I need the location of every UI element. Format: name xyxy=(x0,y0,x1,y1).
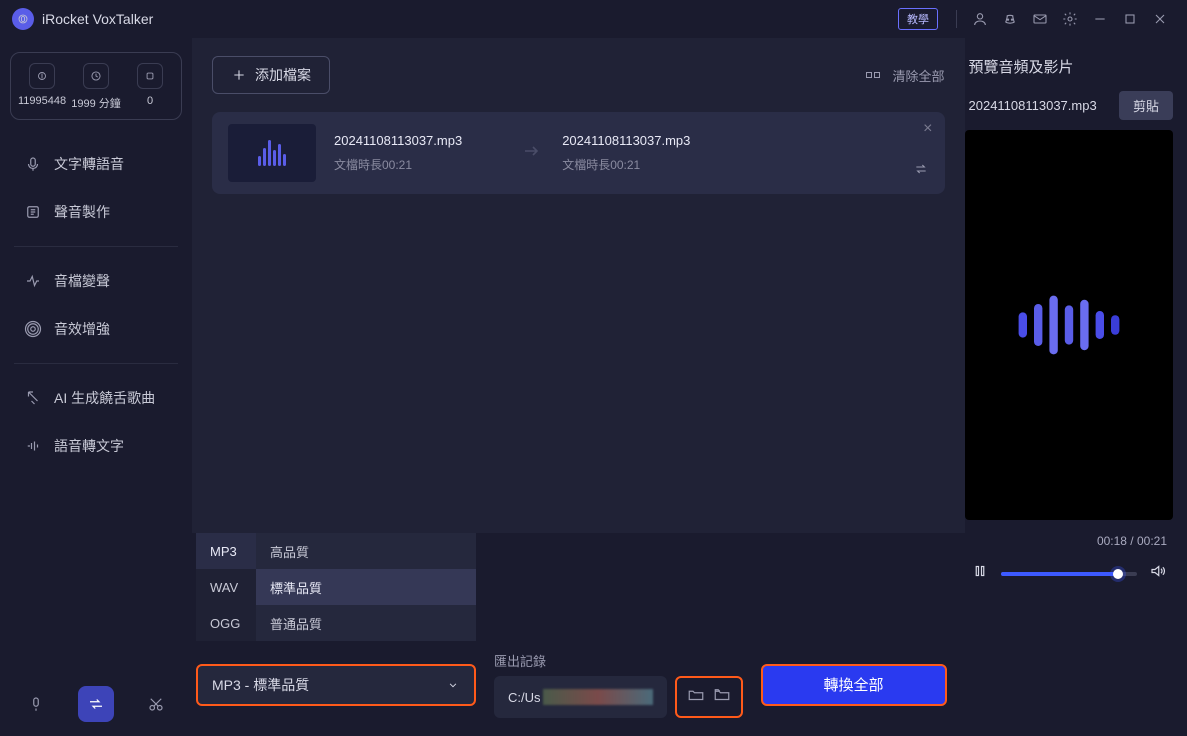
app-name: iRocket VoxTalker xyxy=(42,11,153,27)
trim-button[interactable]: 剪貼 xyxy=(1119,91,1173,120)
nav-voice-make-label: 聲音製作 xyxy=(54,202,110,222)
dest-duration: 文檔時長00:21 xyxy=(562,156,690,173)
credit-tokens-value: 11995448 xyxy=(18,95,66,107)
dest-filename: 20241108113037.mp3 xyxy=(562,133,690,148)
settings-icon[interactable] xyxy=(1055,4,1085,34)
clear-all-button[interactable]: 清除全部 xyxy=(892,66,944,85)
source-duration: 文檔時長00:21 xyxy=(334,156,462,173)
progress-bar[interactable] xyxy=(1001,572,1138,576)
file-card[interactable]: 20241108113037.mp3 文檔時長00:21 20241108113… xyxy=(212,112,945,194)
format-panel: MP3 WAV OGG 高品質 標準品質 普通品質 xyxy=(196,533,476,641)
remove-file-button[interactable]: × xyxy=(923,120,932,138)
quality-low[interactable]: 普通品質 xyxy=(256,605,476,641)
user-icon[interactable] xyxy=(965,4,995,34)
credit-tokens-icon xyxy=(29,63,55,89)
nav-voice-change[interactable]: 音檔變聲 xyxy=(10,261,182,301)
add-file-label: 添加檔案 xyxy=(255,65,311,85)
preview-filename: 20241108113037.mp3 xyxy=(969,98,1097,113)
tool-cut[interactable] xyxy=(138,686,174,722)
file-thumbnail xyxy=(228,124,316,182)
minimize-icon[interactable] xyxy=(1085,4,1115,34)
source-filename: 20241108113037.mp3 xyxy=(334,133,462,148)
main-panel: 添加檔案 清除全部 20241108113037.mp3 文檔時長00:21 xyxy=(192,38,965,736)
app-logo xyxy=(12,8,34,30)
format-selected: MP3 - 標準品質 xyxy=(212,675,309,695)
nav-stt-label: 語音轉文字 xyxy=(54,436,124,456)
nav-enhance[interactable]: 音效增強 xyxy=(10,309,182,349)
open-folder-button[interactable] xyxy=(687,686,705,709)
pause-button[interactable] xyxy=(971,562,989,585)
swap-icon[interactable] xyxy=(913,161,929,182)
preview-panel: 預覽音頻及影片 20241108113037.mp3 剪貼 00:18 / 00… xyxy=(965,38,1187,736)
sidebar: 11995448 1999 分鐘 0 文字轉語音 聲音製作 xyxy=(0,38,192,736)
discord-icon[interactable] xyxy=(995,4,1025,34)
export-path-text: C:/Us xyxy=(508,690,541,705)
tutorial-button[interactable]: 教學 xyxy=(898,8,938,30)
credit-misc-icon xyxy=(137,63,163,89)
nav-rap[interactable]: AI 生成饒舌歌曲 xyxy=(10,378,182,418)
nav-voice-change-label: 音檔變聲 xyxy=(54,271,110,291)
volume-button[interactable] xyxy=(1149,562,1167,585)
titlebar: iRocket VoxTalker 教學 xyxy=(0,0,1187,38)
export-label: 匯出記錄 xyxy=(494,651,743,670)
credit-misc-value: 0 xyxy=(147,95,153,107)
quality-standard[interactable]: 標準品質 xyxy=(256,569,476,605)
nav-voice-make[interactable]: 聲音製作 xyxy=(10,192,182,232)
browse-folder-button[interactable] xyxy=(713,686,731,709)
nav-tts-label: 文字轉語音 xyxy=(54,154,124,174)
quality-high[interactable]: 高品質 xyxy=(256,533,476,569)
format-ogg[interactable]: OGG xyxy=(196,605,256,641)
mail-icon[interactable] xyxy=(1025,4,1055,34)
credits-box: 11995448 1999 分鐘 0 xyxy=(10,52,182,120)
export-path-redacted xyxy=(543,689,653,705)
format-dropdown[interactable]: MP3 - 標準品質 xyxy=(196,664,476,706)
nav-rap-label: AI 生成饒舌歌曲 xyxy=(54,388,155,408)
tool-convert[interactable] xyxy=(78,686,114,722)
maximize-icon[interactable] xyxy=(1115,4,1145,34)
view-grid-icon[interactable] xyxy=(866,72,880,78)
convert-all-button[interactable]: 轉換全部 xyxy=(761,664,947,706)
preview-title: 預覽音頻及影片 xyxy=(965,56,1174,77)
tool-mic[interactable] xyxy=(18,686,54,722)
add-file-button[interactable]: 添加檔案 xyxy=(212,56,330,94)
format-wav[interactable]: WAV xyxy=(196,569,256,605)
preview-time: 00:18 / 00:21 xyxy=(1097,534,1167,548)
preview-video xyxy=(965,130,1174,520)
arrow-icon xyxy=(520,139,544,168)
format-mp3[interactable]: MP3 xyxy=(196,533,256,569)
credit-minutes-value: 1999 分鐘 xyxy=(71,95,121,111)
export-path-input[interactable]: C:/Us xyxy=(494,676,667,718)
chevron-down-icon xyxy=(446,678,460,692)
nav-stt[interactable]: 語音轉文字 xyxy=(10,426,182,466)
close-icon[interactable] xyxy=(1145,4,1175,34)
nav-tts[interactable]: 文字轉語音 xyxy=(10,144,182,184)
credit-minutes-icon xyxy=(83,63,109,89)
nav-enhance-label: 音效增強 xyxy=(54,319,110,339)
